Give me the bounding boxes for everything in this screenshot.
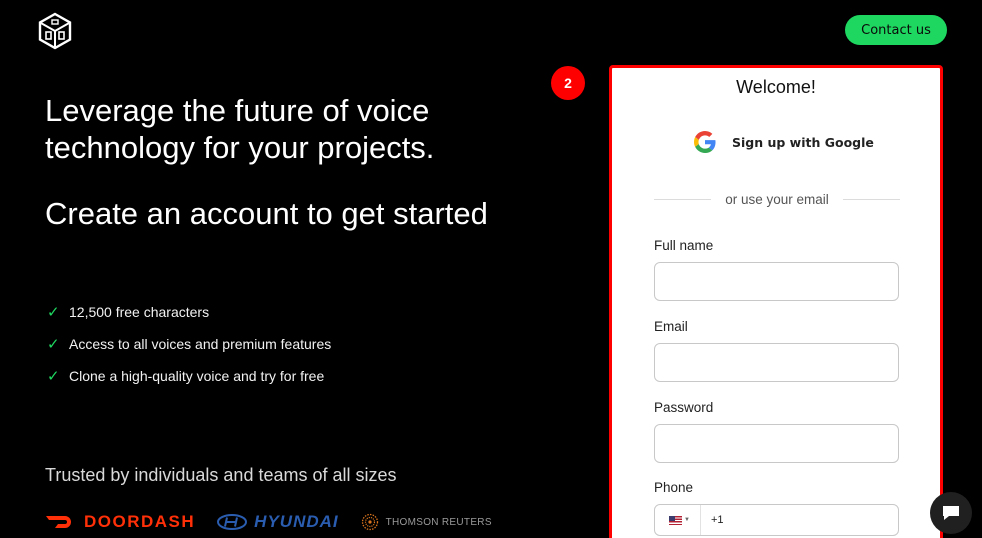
hyundai-logo: HYUNDAI (217, 512, 338, 532)
google-icon (694, 131, 716, 153)
chevron-down-icon: ▼ (684, 517, 690, 523)
feature-item: ✓ Access to all voices and premium featu… (47, 328, 331, 360)
chat-bubble-icon (943, 506, 959, 520)
logo-icon[interactable] (36, 12, 74, 50)
phone-label: Phone (654, 480, 694, 495)
doordash-logo: DOORDASH (45, 512, 195, 532)
email-label: Email (654, 319, 688, 334)
check-icon: ✓ (47, 368, 60, 385)
hyundai-mark-icon (217, 514, 248, 530)
password-input[interactable] (655, 425, 898, 462)
dial-code: +1 (710, 514, 724, 526)
password-field (654, 424, 899, 463)
us-flag-icon (669, 515, 682, 525)
country-code-select[interactable]: ▼ (655, 505, 701, 535)
email-divider: or use your email (654, 192, 901, 207)
thomson-reuters-logo: THOMSON REUTERS (361, 513, 492, 531)
brand-logos: DOORDASH HYUNDAI THOMSON REUTERS (45, 512, 514, 532)
hero-subheadline: Create an account to get started (45, 196, 488, 231)
full-name-label: Full name (654, 238, 714, 253)
full-name-input[interactable] (655, 263, 898, 300)
thomson-reuters-wordmark: THOMSON REUTERS (385, 516, 492, 528)
feature-text: 12,500 free characters (69, 304, 210, 320)
google-signup-button[interactable]: Sign up with Google (694, 131, 874, 153)
contact-us-button[interactable]: Contact us (845, 15, 947, 45)
full-name-field (654, 262, 899, 301)
password-label: Password (654, 400, 714, 415)
feature-text: Clone a high-quality voice and try for f… (69, 368, 325, 384)
thomson-reuters-mark-icon (361, 513, 378, 531)
email-field (654, 343, 899, 382)
check-icon: ✓ (47, 304, 60, 321)
chat-widget-button[interactable] (930, 492, 972, 534)
email-input[interactable] (655, 344, 898, 381)
hero-headline: Leverage the future of voice technology … (45, 93, 435, 165)
feature-item: ✓ Clone a high-quality voice and try for… (47, 360, 331, 392)
doordash-mark-icon (46, 516, 71, 528)
phone-input[interactable] (723, 505, 898, 535)
welcome-title: Welcome! (736, 77, 816, 97)
trusted-by-text: Trusted by individuals and teams of all … (45, 465, 397, 485)
feature-list: ✓ 12,500 free characters ✓ Access to all… (47, 296, 331, 392)
step-badge: 2 (551, 66, 585, 100)
feature-text: Access to all voices and premium feature… (69, 336, 332, 352)
check-icon: ✓ (47, 336, 60, 353)
divider-line (842, 199, 901, 200)
signup-card: Welcome! Sign up with Google or use your… (609, 65, 943, 538)
phone-field: ▼ +1 (654, 504, 899, 536)
feature-item: ✓ 12,500 free characters (47, 296, 331, 328)
divider-text: or use your email (725, 192, 829, 207)
google-signup-label: Sign up with Google (732, 134, 874, 150)
hyundai-wordmark: HYUNDAI (254, 512, 339, 531)
doordash-wordmark: DOORDASH (84, 512, 196, 531)
divider-line (654, 199, 712, 200)
